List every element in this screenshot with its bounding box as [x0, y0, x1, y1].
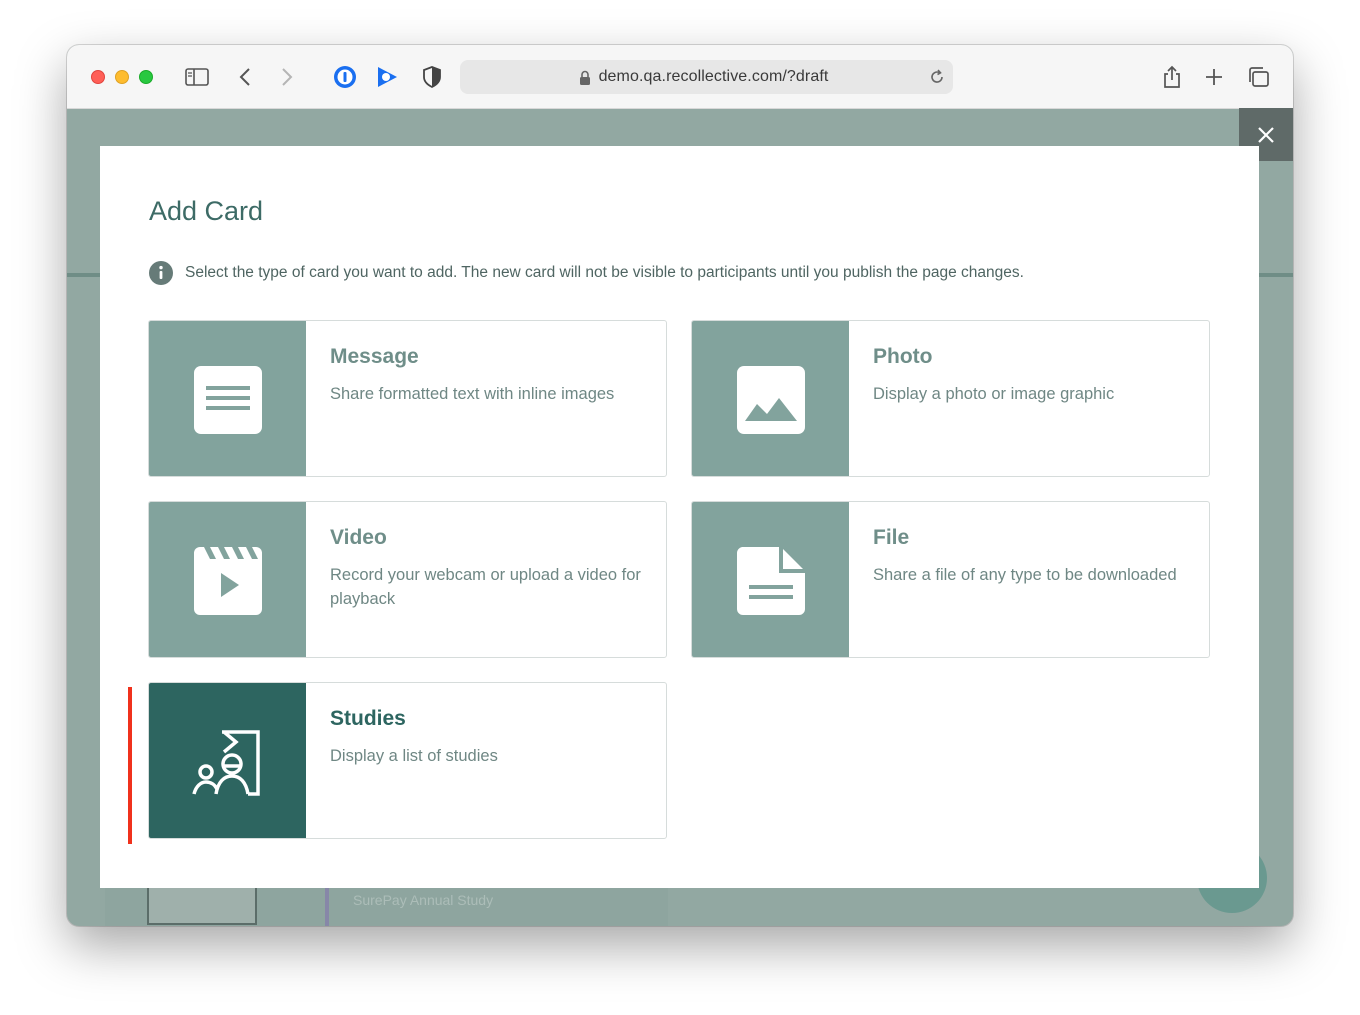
notice-text: Select the type of card you want to add.…	[185, 264, 1024, 281]
card-description: Share formatted text with inline images	[330, 385, 615, 403]
card-title: File	[873, 526, 910, 549]
back-icon[interactable]	[231, 63, 259, 91]
background-study-accent	[325, 887, 329, 926]
privacy-shield-icon[interactable]	[418, 63, 446, 91]
browser-toolbar: demo.qa.recollective.com/?draft	[67, 45, 1293, 109]
reload-icon[interactable]	[927, 67, 947, 92]
minimize-window-button[interactable]	[115, 70, 129, 84]
card-description: Display a photo or image graphic	[873, 385, 1115, 403]
password-manager-icon[interactable]	[331, 63, 359, 91]
card-description: Record your webcam or upload a video for…	[330, 566, 641, 608]
browser-window: SurePay Annual Study demo.qa.recollectiv…	[67, 45, 1293, 926]
dialog-title: Add Card	[149, 196, 264, 226]
studies-icon	[191, 729, 260, 796]
photo-icon	[736, 365, 805, 434]
video-icon	[193, 546, 262, 615]
selection-highlight-marker	[128, 687, 132, 844]
extension-icon[interactable]	[373, 63, 401, 91]
dialog-notice: Select the type of card you want to add.…	[149, 261, 1024, 285]
card-icon-panel	[149, 502, 306, 657]
message-icon	[193, 365, 262, 434]
zoom-window-button[interactable]	[139, 70, 153, 84]
background-study-thumbnail	[147, 885, 257, 925]
background-study-title: SurePay Annual Study	[353, 892, 494, 908]
card-icon-panel	[692, 321, 849, 476]
card-title: Photo	[873, 345, 933, 368]
background-divider-right	[1257, 273, 1293, 277]
card-option-studies[interactable]: Studies Display a list of studies	[148, 682, 667, 839]
card-icon-panel	[149, 683, 306, 838]
new-tab-icon[interactable]	[1200, 63, 1228, 91]
card-option-message[interactable]: Message Share formatted text with inline…	[148, 320, 667, 477]
card-option-video[interactable]: Video Record your webcam or upload a vid…	[148, 501, 667, 658]
file-icon	[736, 546, 805, 615]
tab-overview-icon[interactable]	[1244, 63, 1272, 91]
forward-icon[interactable]	[273, 63, 301, 91]
card-icon-panel	[149, 321, 306, 476]
info-icon	[149, 261, 173, 285]
share-icon[interactable]	[1158, 63, 1186, 91]
add-card-dialog: Add Card Select the type of card you wan…	[100, 146, 1259, 888]
close-icon	[1258, 126, 1274, 143]
card-description: Display a list of studies	[330, 747, 498, 765]
card-option-photo[interactable]: Photo Display a photo or image graphic	[691, 320, 1210, 477]
card-option-file[interactable]: File Share a file of any type to be down…	[691, 501, 1210, 658]
card-title: Studies	[330, 707, 406, 730]
card-title: Video	[330, 526, 387, 549]
card-icon-panel	[692, 502, 849, 657]
card-title: Message	[330, 345, 419, 368]
address-bar[interactable]: demo.qa.recollective.com/?draft	[460, 60, 953, 94]
url-text: demo.qa.recollective.com/?draft	[598, 68, 829, 85]
card-description: Share a file of any type to be downloade…	[873, 566, 1177, 584]
close-window-button[interactable]	[91, 70, 105, 84]
sidebar-icon[interactable]	[183, 63, 211, 91]
lock-icon	[579, 70, 591, 90]
